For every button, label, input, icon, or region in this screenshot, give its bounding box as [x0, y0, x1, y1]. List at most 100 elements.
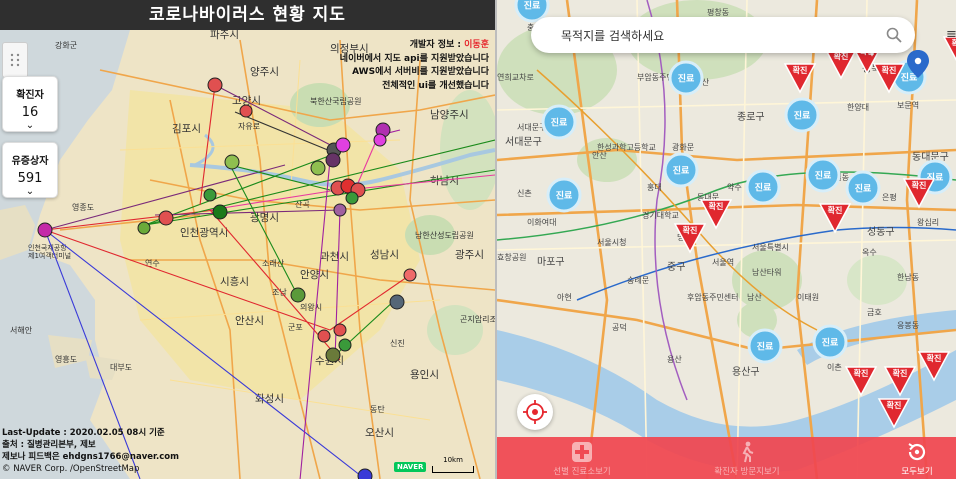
place-label: 남양주시 — [430, 109, 469, 121]
tab-show-all-label: 모두보기 — [901, 467, 933, 477]
patient-marker[interactable] — [333, 323, 347, 337]
confirmed-marker-label: 확진 — [912, 180, 927, 190]
confirmed-marker-label: 확진 — [793, 65, 808, 75]
place-label: 과천시 — [320, 251, 349, 263]
clinic-marker-label: 진료 — [551, 117, 568, 129]
confirmed-count-label: 확진자 — [16, 90, 44, 101]
right-map-canvas[interactable]: 서대문구청안산연희교차로서대문구 한성과학고등학교 광화문종로구경기대학교서울역후암… — [497, 0, 956, 479]
place-label: 왕십리 — [917, 218, 939, 227]
patient-marker[interactable] — [338, 338, 352, 352]
patient-marker[interactable] — [333, 203, 347, 217]
place-label: 옥수 — [862, 248, 877, 257]
clinic-marker[interactable]: 진료 — [805, 157, 841, 193]
patient-marker[interactable] — [212, 204, 228, 220]
place-label: 서해안 — [10, 325, 33, 335]
place-label: 영종도 — [72, 202, 94, 212]
patient-marker[interactable] — [207, 77, 223, 93]
search-bar[interactable]: 목적지를 검색하세요 — [531, 17, 915, 53]
search-input[interactable]: 목적지를 검색하세요 — [561, 27, 664, 44]
patient-marker[interactable] — [203, 188, 217, 202]
place-label: 경기대학교 — [642, 210, 679, 220]
place-label: 양주시 — [250, 66, 279, 78]
clinic-marker[interactable]: 진료 — [663, 152, 699, 188]
place-label: 남산 — [747, 292, 762, 302]
confirmed-marker-label: 확진 — [709, 201, 724, 211]
naver-logo: NAVER — [394, 462, 427, 472]
patient-marker[interactable] — [290, 287, 306, 303]
menu-icon[interactable]: ≡ — [946, 28, 956, 42]
clinic-marker[interactable]: 진료 — [784, 97, 820, 133]
patient-marker[interactable] — [37, 222, 53, 238]
feedback-email-text[interactable]: 제보나 피드백은 ehdgns1766@naver.com — [2, 451, 179, 463]
confirmed-marker-label: 확진 — [683, 225, 698, 235]
place-label: 신진 — [390, 338, 405, 348]
place-label: 북한산국립공원 — [310, 96, 362, 106]
bottom-tab-bar: 선별 진료소보기 확진자 방문지보기 모두보기 — [497, 437, 956, 479]
confirmed-marker[interactable]: 확진 — [824, 49, 858, 80]
place-label: 서울특별시 — [752, 242, 789, 252]
place-label: 응봉동 — [897, 321, 919, 330]
place-label: 의왕시 — [300, 302, 322, 312]
patient-marker[interactable] — [239, 104, 253, 118]
tab-show-all[interactable]: 모두보기 — [887, 437, 947, 479]
patient-marker[interactable] — [317, 329, 331, 343]
developer-name-link[interactable]: 이동훈 — [464, 40, 489, 50]
clinic-marker[interactable]: 진료 — [541, 104, 577, 140]
credit-prefix: 개발자 정보 : — [409, 40, 465, 50]
place-label: 곤지암리조트 스키장 — [460, 314, 495, 324]
patient-marker[interactable] — [325, 152, 341, 168]
patient-marker[interactable] — [158, 210, 174, 226]
place-label: 이촌 — [827, 362, 842, 372]
place-label: 인천광역시 — [180, 227, 228, 239]
patient-marker[interactable] — [357, 468, 373, 479]
confirmed-marker-label: 확진 — [828, 205, 843, 215]
current-location-button[interactable] — [517, 394, 553, 430]
clinic-marker[interactable]: 진료 — [668, 60, 704, 96]
patient-marker[interactable] — [335, 137, 351, 153]
clinic-marker[interactable]: 진료 — [845, 170, 881, 206]
patient-marker[interactable] — [389, 294, 405, 310]
place-label: 오산시 — [365, 427, 394, 439]
symptomatic-count-card[interactable]: 유증상자 591 ⌄ — [2, 142, 58, 198]
confirmed-marker-label: 확진 — [927, 353, 942, 363]
page-title: 코로나바이러스 현황 지도 — [0, 0, 495, 30]
confirmed-count-card[interactable]: 확진자 16 ⌄ — [2, 76, 58, 132]
clinic-marker[interactable]: 진료 — [745, 169, 781, 205]
patient-marker[interactable] — [325, 347, 341, 363]
patient-marker[interactable] — [310, 160, 326, 176]
patient-marker[interactable] — [345, 191, 359, 205]
place-label: 보문역 — [897, 100, 919, 110]
chevron-down-icon[interactable]: ⌄ — [3, 186, 57, 197]
clinic-marker[interactable]: 진료 — [747, 328, 783, 364]
confirmed-marker[interactable]: 확진 — [844, 366, 878, 397]
clinic-marker[interactable]: 진료 — [812, 324, 848, 360]
right-map-panel[interactable]: 서대문구청 안산 연희교차로 서대문구 한성과학고등학교 광화문 종로구 경기대학교 서울역 후암… — [497, 0, 956, 479]
patient-marker[interactable] — [137, 221, 151, 235]
chevron-down-icon[interactable]: ⌄ — [3, 120, 57, 131]
patient-marker[interactable] — [224, 154, 240, 170]
update-footer: Last-Update : 2020.02.05 08시 기준 출처 : 질병관… — [2, 427, 179, 475]
left-map-panel[interactable]: 파주시 강화군 의정부시 양주시 고양시 김포시 자유로 남양주시 북한산국립공원 하남시 영종도 인… — [0, 0, 495, 479]
place-label: 동탄 — [370, 404, 385, 414]
zoom-handle-icon[interactable] — [3, 43, 27, 77]
confirmed-count-value: 16 — [21, 105, 39, 120]
place-label: 신촌 — [517, 189, 532, 198]
search-icon[interactable] — [885, 26, 903, 44]
refresh-location-icon — [887, 441, 947, 463]
patient-marker[interactable] — [373, 133, 387, 147]
place-label: 성동구 — [867, 226, 895, 238]
clinic-marker-label: 진료 — [673, 165, 690, 177]
clinic-marker[interactable]: 진료 — [546, 177, 582, 213]
map-zoom-control[interactable] — [2, 42, 28, 78]
tab-confirmed-visits[interactable]: 확진자 방문지보기 — [697, 437, 797, 479]
place-label: 이화여대 — [527, 217, 556, 227]
clinic-marker-label: 진료 — [822, 337, 839, 349]
symptomatic-count-label: 유증상자 — [11, 156, 49, 167]
patient-marker[interactable] — [403, 268, 417, 282]
place-label: 서대문구 — [505, 136, 542, 148]
place-label: 홍대 — [647, 182, 662, 192]
place-label: 종로구 — [737, 111, 765, 123]
tab-screening-clinics[interactable]: 선별 진료소보기 — [537, 437, 627, 479]
confirmed-marker[interactable]: 확진 — [818, 203, 852, 234]
place-label: 시흥시 — [220, 275, 249, 288]
